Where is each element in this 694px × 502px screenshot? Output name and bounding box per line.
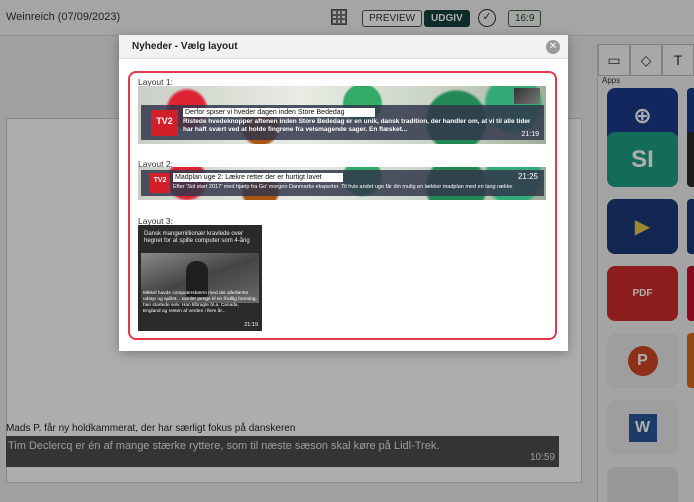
layout1-photo <box>514 88 540 104</box>
layout1-option[interactable]: TV2 Derfor spiser vi hveder dagen inden … <box>138 86 546 144</box>
layout3-option[interactable]: Dansk mangemillionær kravlede over hegne… <box>138 225 262 331</box>
layout3-headline: Dansk mangemillionær kravlede over hegne… <box>144 231 250 244</box>
dialog-title: Nyheder - Vælg layout <box>132 41 238 52</box>
tv2-logo: TV2 <box>151 110 178 136</box>
layout1-lower-third: TV2 Derfor spiser vi hveder dagen inden … <box>141 105 544 140</box>
layout-dialog: Nyheder - Vælg layout ✕ Layout 1: TV2 De… <box>119 35 568 351</box>
layout2-headline: Madplan uge 2: Lækre retter der er hurti… <box>173 173 343 182</box>
layout3-body: Mikkel havde computerskærm med det aller… <box>143 291 257 314</box>
layout2-body: Efter 'Sol start 2017' med hjælp fra Go'… <box>173 184 513 190</box>
tv2-logo: TV2 <box>150 173 170 193</box>
layout1-headline: Derfor spiser vi hveder dagen inden Stor… <box>183 108 375 117</box>
layout2-lower-third: TV2 Madplan uge 2: Lækre retter der er h… <box>141 170 544 196</box>
close-icon[interactable]: ✕ <box>546 40 560 54</box>
layout2-time: 21:25 <box>517 172 538 181</box>
layout3-time: 21:19 <box>244 322 258 328</box>
dialog-header: Nyheder - Vælg layout ✕ <box>119 35 568 59</box>
layout2-option[interactable]: TV2 Madplan uge 2: Lækre retter der er h… <box>138 167 546 200</box>
layout1-time: 21:19 <box>521 131 539 138</box>
layout1-body: Ristede hvedeknopper aftenen inden Store… <box>183 118 531 133</box>
